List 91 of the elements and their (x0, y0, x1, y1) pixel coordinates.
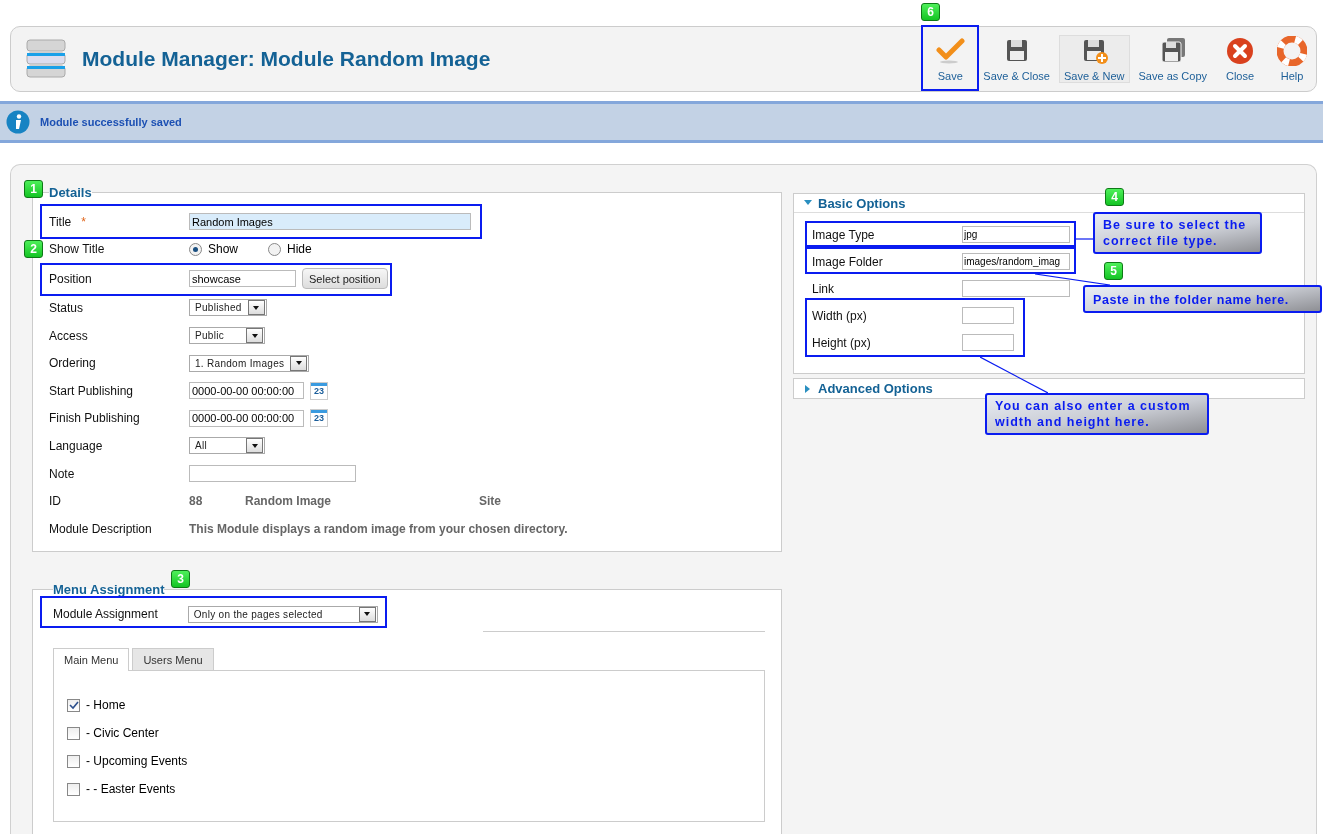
section-legend: Menu Assignment (53, 582, 165, 597)
field-label: Finish Publishing (49, 411, 140, 426)
date-field[interactable]: 0000-00-00 00:00:00 (189, 382, 304, 400)
dropdown-arrow-icon (250, 332, 259, 339)
step-badge: 2 (24, 240, 43, 258)
field-label: Status (49, 301, 84, 315)
radio-button[interactable] (189, 242, 202, 256)
lifebuoy-icon (1277, 36, 1307, 66)
dropdown-arrow-icon (252, 305, 261, 311)
field-label: Position (49, 271, 92, 286)
checkbox[interactable] (67, 698, 80, 712)
field-label: Title (49, 214, 72, 229)
field-label: Show Title (49, 242, 105, 257)
toolbar-button[interactable]: Save & New (1059, 35, 1130, 83)
toolbar-button[interactable]: Save as Copy (1133, 29, 1212, 89)
field-label: Access (49, 328, 88, 343)
close-icon (1225, 36, 1255, 66)
field-label: Image Type (812, 227, 876, 242)
text-field[interactable]: showcase (189, 270, 296, 288)
menu-item[interactable]: - Civic Center (67, 719, 764, 747)
highlight-frame (921, 25, 979, 91)
panel-header[interactable]: Advanced Options (794, 379, 1304, 398)
checkbox[interactable] (67, 782, 80, 796)
menu-tab[interactable]: Users Menu (132, 648, 214, 670)
checkbox[interactable] (67, 754, 80, 768)
date-field[interactable]: 0000-00-00 00:00:00 (189, 409, 304, 427)
field-label: Language (49, 438, 103, 453)
field-label: Module Assignment (53, 607, 158, 621)
page-title: Module Manager: Module Random Image (82, 47, 492, 71)
number-field[interactable] (962, 307, 1014, 324)
step-badge: 4 (1105, 188, 1124, 206)
dropdown-arrow-icon (363, 611, 372, 617)
menu-item[interactable]: - Upcoming Events (67, 747, 764, 775)
field-label: Image Folder (812, 254, 884, 269)
radio-button[interactable] (268, 242, 282, 256)
select-field[interactable]: 1. Random Images (189, 354, 310, 372)
text-field[interactable]: images/random_imag (962, 253, 1070, 270)
field-label: Module Description (49, 521, 152, 536)
checkbox[interactable] (67, 726, 80, 740)
field-label: Start Publishing (49, 383, 134, 398)
checkmark-icon (935, 36, 966, 66)
field-label: Note (49, 466, 75, 481)
collapsed-triangle-icon (804, 384, 812, 393)
callout: Be sure to select the correct file type. (1093, 212, 1262, 254)
leader-line (980, 357, 1048, 393)
field-label: Width (px) (812, 308, 868, 323)
status-message: Module successfully saved (40, 116, 182, 128)
menu-item[interactable]: - Home (67, 691, 764, 719)
info-value: 88 (189, 494, 204, 509)
select-field[interactable]: All (189, 437, 265, 455)
menu-item[interactable]: - - Easter Events (67, 775, 764, 803)
section-legend: Details (49, 185, 92, 200)
radio-option[interactable]: Hide (268, 242, 312, 257)
required-mark: * (81, 214, 86, 229)
info-icon (6, 110, 30, 134)
field-label: Link (812, 281, 835, 296)
info-value: Random Image (245, 494, 332, 509)
text-field[interactable] (962, 280, 1070, 297)
expanded-triangle-icon (804, 199, 812, 207)
step-badge: 1 (24, 180, 43, 198)
step-badge: 5 (1104, 262, 1123, 280)
calendar-button[interactable]: 23 (310, 381, 328, 400)
select-field[interactable]: Public (189, 327, 265, 345)
dropdown-arrow-icon (294, 360, 303, 367)
radio-option[interactable]: Show (189, 242, 239, 257)
text-field[interactable]: Random Images (189, 213, 471, 231)
step-badge: 3 (171, 570, 190, 588)
field-label: ID (49, 494, 61, 509)
text-field[interactable]: jpg (962, 226, 1070, 243)
select-position-button[interactable]: Select position (302, 268, 388, 290)
number-field[interactable] (962, 334, 1014, 351)
assignment-select[interactable]: Only on the pages selected (187, 605, 378, 623)
info-value: Site (479, 494, 501, 509)
field-label: Height (px) (812, 335, 872, 350)
toolbar-button[interactable]: Close (1216, 29, 1264, 89)
module-description: This Module displays a random image from your chosen directory. (189, 521, 568, 536)
module-stack-icon (26, 39, 66, 79)
dropdown-arrow-icon (250, 442, 259, 449)
leader-line (1076, 238, 1093, 240)
step-badge: 6 (921, 3, 940, 21)
menu-tab[interactable]: Main Menu (53, 648, 130, 671)
calendar-button[interactable]: 23 (310, 409, 328, 428)
toolbar-button[interactable]: Save (926, 29, 975, 89)
callout: You can also enter a custom width and height here. (985, 393, 1209, 435)
field-label: Ordering (49, 356, 96, 371)
toolbar-button[interactable]: Save & Close (978, 29, 1055, 89)
text-field[interactable] (189, 465, 356, 483)
select-field[interactable]: Published (189, 299, 267, 317)
callout: Paste in the folder name here. (1083, 285, 1322, 313)
toolbar-button[interactable]: Help (1268, 29, 1316, 89)
checkmark-icon (68, 700, 79, 710)
